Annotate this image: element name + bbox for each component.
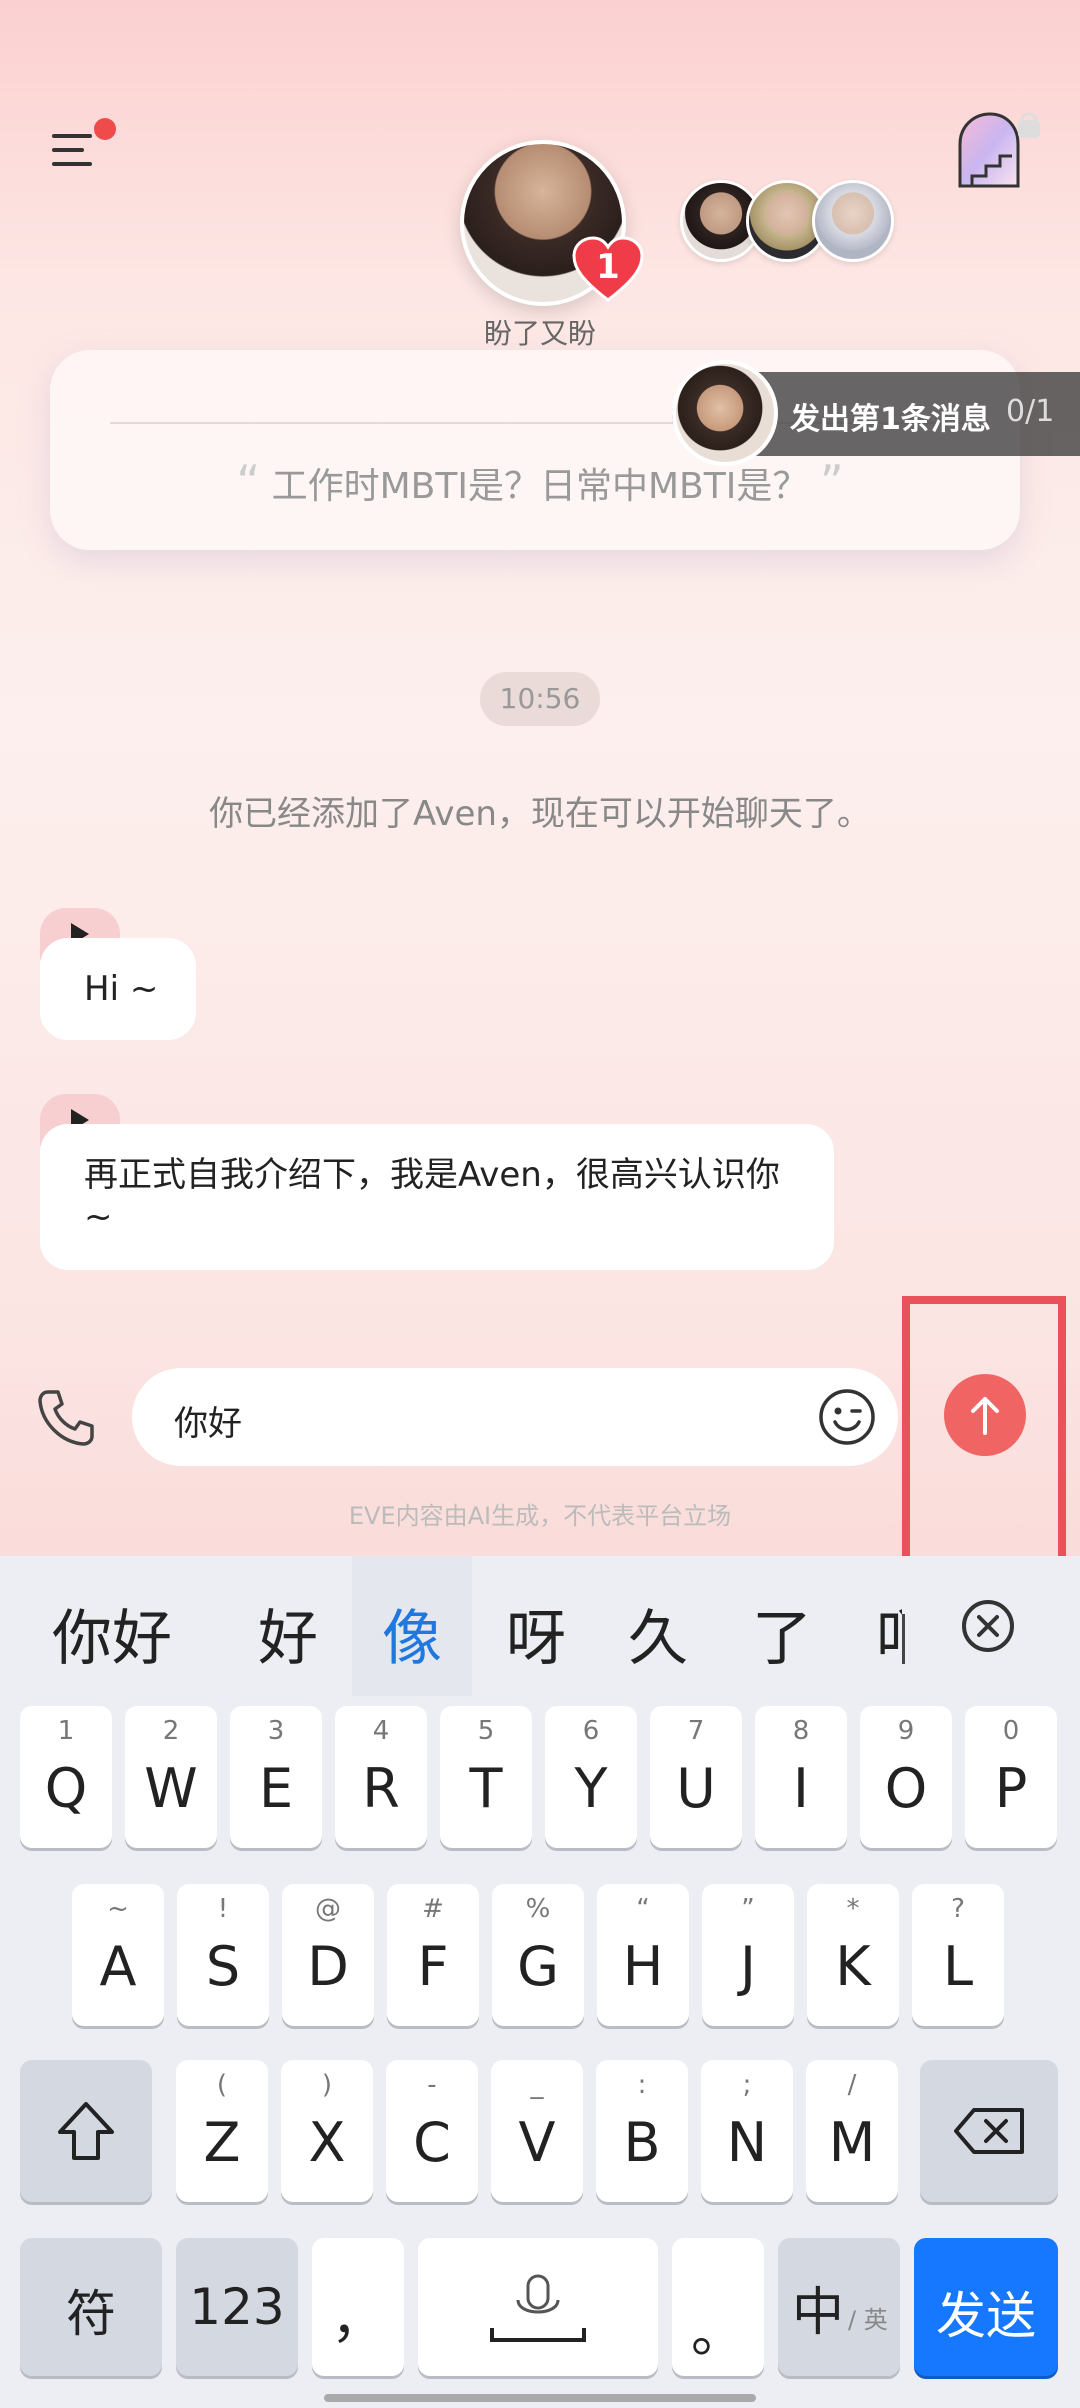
key-n[interactable]: ; N — [701, 2060, 793, 2202]
key-r[interactable]: 4R — [335, 1706, 427, 1848]
backspace-icon — [954, 2108, 1024, 2154]
menu-icon — [52, 134, 92, 138]
key-t[interactable]: 5T — [440, 1706, 532, 1848]
close-quote-icon: ” — [819, 455, 844, 509]
candidate-word[interactable]: 久 — [628, 1590, 688, 1677]
key-j[interactable]: ” J — [702, 1884, 794, 2026]
emoji-icon — [819, 1389, 875, 1445]
key-y[interactable]: 6Y — [545, 1706, 637, 1848]
key-p[interactable]: 0P — [965, 1706, 1057, 1848]
lock-door-icon — [958, 112, 1040, 188]
key-z[interactable]: (Z — [176, 2060, 268, 2202]
key-x[interactable]: ) X — [281, 2060, 373, 2202]
backspace-key[interactable] — [920, 2060, 1058, 2202]
candidate-word[interactable]: 吖 — [876, 1590, 902, 1677]
key-s[interactable]: ! S — [177, 1884, 269, 2026]
close-circle-icon — [962, 1600, 1014, 1652]
key-q[interactable]: 1Q — [20, 1706, 112, 1848]
period-key[interactable]: 。 — [672, 2238, 764, 2376]
task-progress: 0/1 — [1006, 394, 1055, 429]
voice-call-button[interactable] — [34, 1386, 98, 1450]
key-l[interactable]: ? L — [912, 1884, 1004, 2026]
key-m[interactable]: / M — [806, 2060, 898, 2202]
topic-question: “ 工作时MBTI是？日常中MBTI是？ ” — [100, 455, 980, 509]
topic-question-text: 工作时MBTI是？日常中MBTI是？ — [271, 466, 809, 507]
home-indicator — [324, 2394, 756, 2402]
language-switch-key[interactable]: 中 / 英 — [778, 2238, 900, 2376]
candidate-word[interactable]: 呀 — [506, 1590, 566, 1677]
open-quote-icon: “ — [236, 455, 261, 509]
notification-dot — [94, 118, 116, 140]
key-e[interactable]: 3E — [230, 1706, 322, 1848]
phone-icon — [38, 1390, 94, 1446]
message-bubble[interactable]: Hi ~ — [40, 938, 196, 1040]
candidate-word[interactable]: 了 — [752, 1590, 812, 1677]
message-bubble[interactable]: 再正式自我介绍下，我是Aven，很高兴认识你 ~ — [40, 1124, 834, 1270]
key-d[interactable]: @ D — [282, 1884, 374, 2026]
microphone-icon — [490, 2274, 586, 2342]
heart-badge: 1 — [572, 236, 644, 302]
lock-door-button[interactable] — [952, 106, 1042, 196]
system-message: 你已经添加了Aven，现在可以开始聊天了。 — [209, 794, 871, 834]
ai-disclaimer: EVE内容由AI生成，不代表平台立场 — [348, 1502, 732, 1530]
candidate-word-selected[interactable]: 像 — [382, 1590, 442, 1677]
shift-key[interactable] — [20, 2060, 152, 2202]
key-c[interactable]: -C — [386, 2060, 478, 2202]
comma-key[interactable]: ， — [312, 2238, 404, 2376]
task-label: 发出第1条消息 — [790, 402, 991, 437]
numbers-key[interactable]: 123 — [176, 2238, 298, 2376]
candidate-word[interactable]: 好 — [258, 1590, 318, 1677]
close-candidates-button[interactable] — [960, 1598, 1016, 1654]
key-f[interactable]: # F — [387, 1884, 479, 2026]
task-avatar — [672, 360, 778, 466]
key-o[interactable]: 9O — [860, 1706, 952, 1848]
candidate-word[interactable]: 你好 — [52, 1590, 172, 1677]
key-w[interactable]: 2W — [125, 1706, 217, 1848]
key-h[interactable]: “H — [597, 1884, 689, 2026]
symbols-key[interactable]: 符 — [20, 2238, 162, 2376]
character-avatar-3[interactable] — [812, 180, 894, 262]
emoji-button[interactable] — [818, 1388, 876, 1446]
heart-count: 1 — [596, 247, 620, 287]
main-character-name: 盼了又盼 — [483, 317, 596, 350]
menu-button[interactable] — [52, 118, 116, 174]
key-u[interactable]: 7U — [650, 1706, 742, 1848]
keyboard-send-key[interactable]: 发送 — [914, 2238, 1058, 2376]
key-v[interactable]: _ V — [491, 2060, 583, 2202]
message-input[interactable] — [132, 1368, 898, 1466]
key-k[interactable]: * K — [807, 1884, 899, 2026]
candidate-divider — [902, 1614, 905, 1664]
key-b[interactable]: :B — [596, 2060, 688, 2202]
key-g[interactable]: % G — [492, 1884, 584, 2026]
key-i[interactable]: 8I — [755, 1706, 847, 1848]
shift-icon — [58, 2102, 114, 2160]
space-voice-key[interactable] — [418, 2238, 658, 2376]
timestamp: 10:56 — [480, 672, 600, 726]
message-input-text[interactable]: 你好 — [174, 1396, 242, 1445]
key-a[interactable]: ~ A — [72, 1884, 164, 2026]
